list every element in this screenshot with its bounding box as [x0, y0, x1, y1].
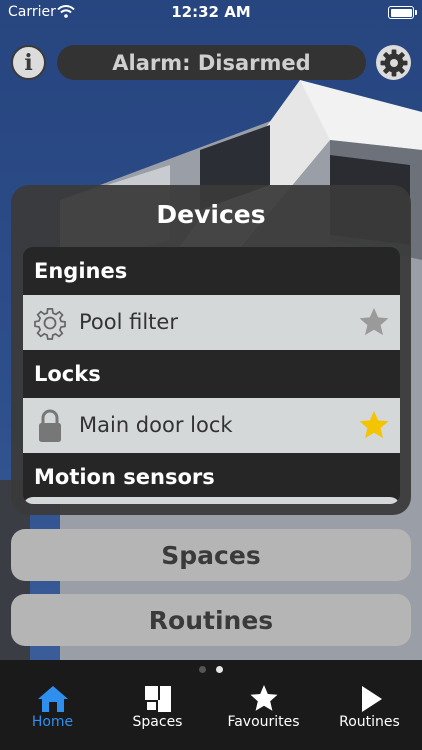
section-header-locks: Locks: [34, 362, 101, 386]
alarm-status-button[interactable]: Alarm: Disarmed: [57, 45, 366, 80]
routines-button-label: Routines: [148, 605, 274, 635]
devices-panel: Devices Engines Pool filter Locks Main d…: [11, 185, 411, 515]
section-header-engines: Engines: [34, 259, 128, 283]
settings-button[interactable]: [376, 45, 411, 80]
info-button[interactable]: i: [11, 45, 46, 80]
lock-icon: [39, 409, 61, 442]
gear-icon: [380, 49, 407, 76]
device-row-main-door-lock[interactable]: Main door lock: [23, 398, 400, 453]
status-time: 12:32 AM: [171, 3, 251, 21]
page-dot-active: [216, 666, 223, 673]
devices-title: Devices: [156, 200, 266, 229]
section-header-motion-sensors: Motion sensors: [34, 465, 215, 489]
spaces-icon: [144, 686, 171, 712]
tab-favourites[interactable]: Favourites: [211, 684, 316, 744]
star-icon: [250, 685, 277, 711]
page-dot: [199, 666, 206, 673]
favourite-star-icon[interactable]: [358, 306, 390, 338]
tab-label: Home: [31, 714, 74, 730]
info-icon: i: [24, 49, 33, 76]
home-icon: [37, 686, 68, 712]
spaces-button-label: Spaces: [161, 540, 261, 570]
routines-button[interactable]: Routines: [11, 594, 411, 646]
device-label: Main door lock: [79, 413, 233, 437]
battery-icon: [388, 6, 417, 19]
device-row-pool-filter[interactable]: Pool filter: [23, 295, 400, 350]
next-device-row-peek: [23, 497, 400, 504]
tab-bar: Home Spaces Favourites Routines: [0, 660, 422, 750]
spaces-button[interactable]: Spaces: [11, 529, 411, 581]
tab-home[interactable]: Home: [0, 684, 105, 744]
tab-routines[interactable]: Routines: [317, 684, 422, 744]
devices-list[interactable]: Engines Pool filter Locks Main door lock: [23, 247, 400, 504]
tab-label: Favourites: [227, 714, 300, 730]
alarm-status-label: Alarm: Disarmed: [112, 50, 311, 75]
device-label: Pool filter: [79, 310, 178, 334]
tab-spaces[interactable]: Spaces: [105, 684, 210, 744]
favourite-star-icon[interactable]: [358, 409, 390, 441]
play-icon: [361, 686, 382, 712]
tab-label: Spaces: [132, 714, 183, 730]
tab-label: Routines: [339, 714, 400, 730]
page-indicator: [0, 666, 422, 673]
gear-icon: [34, 308, 66, 340]
status-bar: Carrier 12:32 AM: [0, 0, 422, 26]
